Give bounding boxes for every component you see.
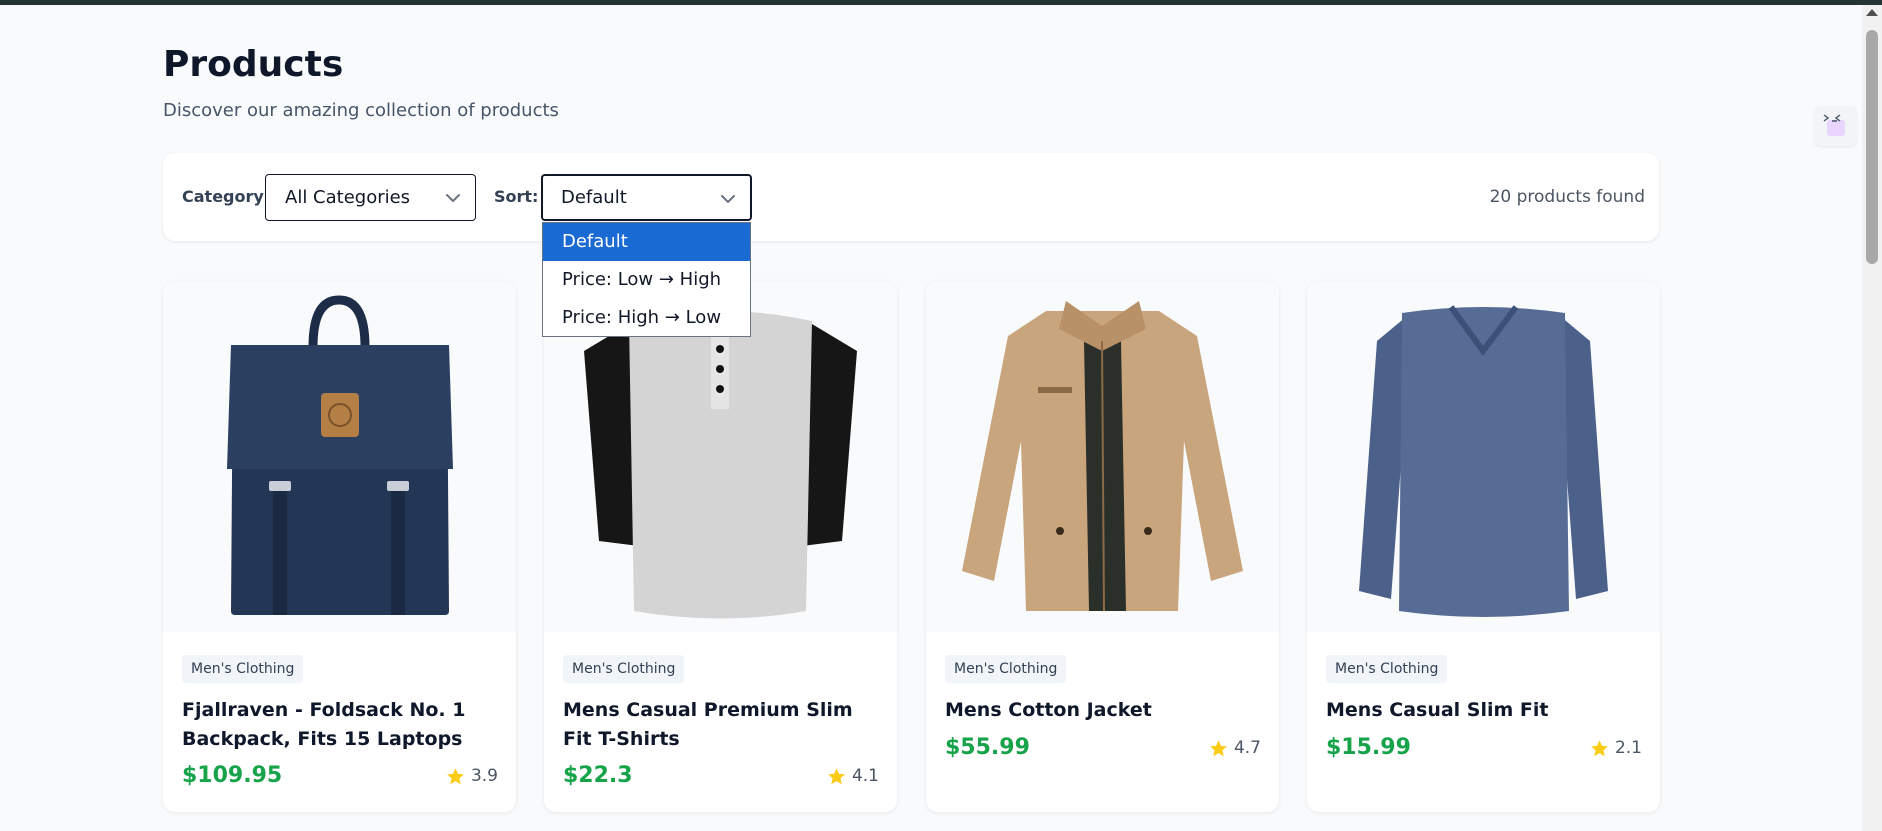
product-card[interactable]: Men's Clothing Fjallraven - Foldsack No.… xyxy=(163,281,516,812)
rating-value: 3.9 xyxy=(470,766,498,786)
category-select-value: All Categories xyxy=(285,187,411,208)
category-badge: Men's Clothing xyxy=(563,655,685,683)
product-card[interactable]: Men's Clothing Mens Casual Premium Slim … xyxy=(544,281,897,812)
widget-icon xyxy=(1823,114,1845,136)
scrollbar-thumb[interactable] xyxy=(1866,30,1878,264)
sort-select-value: Default xyxy=(561,187,627,208)
category-select[interactable]: All Categories xyxy=(265,174,476,221)
category-badge: Men's Clothing xyxy=(182,655,304,683)
product-rating: 4.1 xyxy=(827,766,879,786)
product-title[interactable]: Mens Cotton Jacket xyxy=(945,696,1265,725)
product-rating: 3.9 xyxy=(446,766,498,786)
product-card[interactable]: Men's Clothing Mens Cotton Jacket $55.99… xyxy=(926,281,1279,812)
chevron-down-icon xyxy=(721,195,735,203)
rating-value: 4.7 xyxy=(1233,738,1261,758)
product-price: $15.99 xyxy=(1326,735,1411,760)
category-badge: Men's Clothing xyxy=(1326,655,1448,683)
star-icon xyxy=(1210,739,1227,756)
product-rating: 4.7 xyxy=(1209,738,1261,758)
sort-option-default[interactable]: Default xyxy=(543,223,750,261)
sort-option-price-asc[interactable]: Price: Low → High xyxy=(543,261,750,299)
rating-value: 4.1 xyxy=(851,766,879,786)
category-label: Category: xyxy=(182,187,271,206)
star-icon xyxy=(447,767,464,784)
star-icon xyxy=(1591,739,1608,756)
product-title[interactable]: Mens Casual Premium Slim Fit T-Shirts xyxy=(563,696,883,754)
scroll-up-arrow-icon[interactable] xyxy=(1866,9,1878,16)
rating-value: 2.1 xyxy=(1614,738,1642,758)
star-icon xyxy=(828,767,845,784)
product-image xyxy=(163,281,516,632)
product-title[interactable]: Fjallraven - Foldsack No. 1 Backpack, Fi… xyxy=(182,696,502,754)
page-title: Products xyxy=(163,44,344,85)
product-price: $55.99 xyxy=(945,735,1030,760)
sort-label: Sort: xyxy=(494,187,539,206)
page-subtitle: Discover our amazing collection of produ… xyxy=(163,100,559,121)
sort-option-price-desc[interactable]: Price: High → Low xyxy=(543,299,750,337)
product-price: $109.95 xyxy=(182,763,283,788)
filter-bar: Category: All Categories Sort: Default 2… xyxy=(163,153,1659,241)
sort-select[interactable]: Default xyxy=(541,174,752,221)
chevron-down-icon xyxy=(446,194,460,202)
product-image xyxy=(926,281,1279,632)
top-accent-bar xyxy=(0,0,1882,5)
product-card[interactable]: Men's Clothing Mens Casual Slim Fit $15.… xyxy=(1307,281,1660,812)
side-widget[interactable] xyxy=(1814,106,1857,146)
product-title[interactable]: Mens Casual Slim Fit xyxy=(1326,696,1646,725)
results-count: 20 products found xyxy=(1489,187,1645,207)
product-price: $22.3 xyxy=(563,763,633,788)
product-rating: 2.1 xyxy=(1590,738,1642,758)
sort-dropdown: Default Price: Low → High Price: High → … xyxy=(542,222,751,337)
category-badge: Men's Clothing xyxy=(945,655,1067,683)
product-image xyxy=(1307,281,1660,632)
